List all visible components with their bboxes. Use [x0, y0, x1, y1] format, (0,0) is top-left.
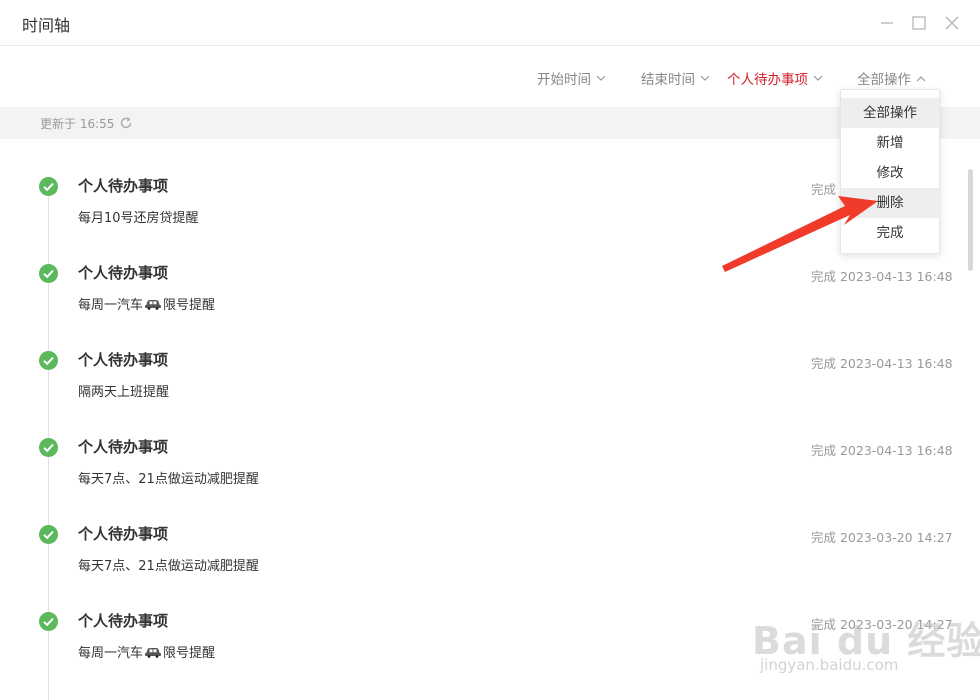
check-circle-icon	[39, 438, 58, 457]
check-circle-icon	[39, 177, 58, 196]
end-time-filter[interactable]: 结束时间	[641, 68, 710, 88]
menu-item-all-actions[interactable]: 全部操作	[841, 98, 939, 128]
start-time-label: 开始时间	[537, 72, 591, 88]
item-description: 每周一汽车 限号提醒	[78, 642, 215, 661]
check-circle-icon	[39, 264, 58, 283]
item-status: 完成	[811, 182, 837, 197]
category-filter[interactable]: 个人待办事项	[727, 68, 823, 88]
check-circle-icon	[39, 351, 58, 370]
menu-item-add[interactable]: 新增	[841, 128, 939, 158]
title-bar: 时间轴	[0, 0, 980, 46]
chevron-down-icon	[596, 75, 606, 81]
chevron-down-icon	[700, 75, 710, 81]
car-icon	[145, 648, 162, 658]
close-icon[interactable]	[943, 14, 961, 32]
item-description-end: 限号提醒	[163, 646, 216, 661]
item-description: 每天7点、21点做运动减肥提醒	[78, 559, 259, 574]
menu-item-complete[interactable]: 完成	[841, 218, 939, 248]
window-title: 时间轴	[22, 16, 71, 35]
item-description: 每周一汽车 限号提醒	[78, 294, 215, 313]
item-status: 完成 2023-04-13 16:48	[811, 443, 953, 458]
actions-dropdown: 全部操作 新增 修改 删除 完成	[840, 89, 940, 254]
item-description: 每天7点、21点做运动减肥提醒	[78, 472, 259, 487]
menu-item-edit[interactable]: 修改	[841, 158, 939, 188]
item-category: 个人待办事项	[78, 525, 169, 543]
item-description-start: 每周一汽车	[78, 298, 144, 313]
item-status: 完成 2023-04-13 16:48	[811, 269, 953, 284]
chevron-up-icon	[916, 75, 926, 81]
all-actions-label: 全部操作	[857, 72, 911, 88]
item-description-end: 限号提醒	[163, 298, 216, 313]
timeline-item[interactable]: 个人待办事项 每月10号还房贷提醒 完成	[0, 148, 965, 235]
car-icon	[145, 300, 162, 310]
start-time-filter[interactable]: 开始时间	[537, 68, 606, 88]
filter-bar: 开始时间 结束时间 个人待办事项 全部操作	[0, 46, 980, 106]
item-category: 个人待办事项	[78, 438, 169, 456]
item-category: 个人待办事项	[78, 264, 169, 282]
item-category: 个人待办事项	[78, 351, 169, 369]
maximize-icon[interactable]	[910, 14, 928, 32]
item-category: 个人待办事项	[78, 612, 169, 630]
check-circle-icon	[39, 525, 58, 544]
timeline-item[interactable]: 个人待办事项 隔两天上班提醒 完成 2023-04-13 16:48	[0, 322, 965, 409]
refresh-icon[interactable]	[119, 116, 133, 130]
check-circle-icon	[39, 612, 58, 631]
category-label: 个人待办事项	[727, 72, 808, 88]
timeline-item[interactable]: 个人待办事项 每天7点、21点做运动减肥提醒 完成 2023-03-20 14:…	[0, 496, 965, 583]
watermark-url: jingyan.baidu.com	[760, 656, 899, 674]
item-description-start: 每周一汽车	[78, 646, 144, 661]
menu-item-delete[interactable]: 删除	[841, 188, 939, 218]
chevron-down-icon	[813, 75, 823, 81]
update-time: 更新于 16:55	[40, 117, 115, 131]
all-actions-filter[interactable]: 全部操作	[857, 68, 926, 88]
end-time-label: 结束时间	[641, 72, 695, 88]
timeline-item[interactable]: 个人待办事项 每天7点、21点做运动减肥提醒 完成 2023-04-13 16:…	[0, 409, 965, 496]
timeline-item[interactable]: 个人待办事项 每周一汽车 限号提醒 完成 2023-04-13 16:48	[0, 235, 965, 322]
item-description: 隔两天上班提醒	[78, 385, 170, 400]
item-description: 每月10号还房贷提醒	[78, 211, 199, 226]
minimize-icon[interactable]	[878, 14, 896, 32]
watermark: Bai du 经验 jingyan.baidu.com	[752, 610, 980, 696]
item-category: 个人待办事项	[78, 177, 169, 195]
update-bar: 更新于 16:55	[0, 107, 980, 139]
scrollbar-thumb[interactable]	[968, 169, 973, 271]
item-status: 完成 2023-03-20 14:27	[811, 530, 953, 545]
item-status: 完成 2023-04-13 16:48	[811, 356, 953, 371]
